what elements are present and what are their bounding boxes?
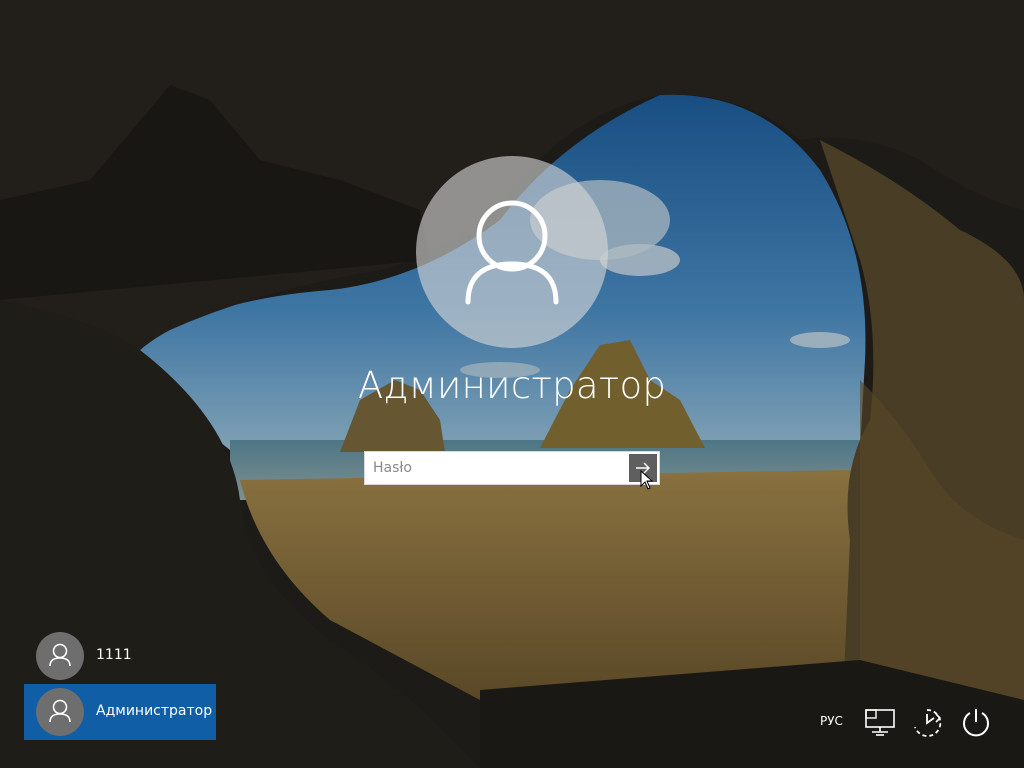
user-icon <box>49 643 71 667</box>
user-tile-label: 1111 <box>96 647 132 663</box>
password-input[interactable] <box>365 452 627 484</box>
user-tile-label: Администратор <box>96 703 213 719</box>
network-icon[interactable] <box>864 708 896 738</box>
lock-screen: Администратор 1111 Администратор РУС <box>0 0 1024 768</box>
user-tile-administrator[interactable]: Администратор <box>24 684 216 740</box>
user-avatar-large <box>416 156 608 348</box>
user-icon <box>49 699 71 723</box>
avatar <box>36 688 84 736</box>
accessibility-icon[interactable] <box>910 706 944 740</box>
power-icon[interactable] <box>960 706 992 738</box>
password-field-container <box>364 451 660 485</box>
avatar <box>36 632 84 680</box>
username-title: Администратор <box>357 364 667 407</box>
user-list: 1111 Администратор <box>24 628 216 740</box>
user-icon <box>465 200 559 305</box>
language-indicator[interactable]: РУС <box>820 714 843 728</box>
mouse-cursor-icon <box>640 470 654 490</box>
user-tile-1111[interactable]: 1111 <box>24 628 216 684</box>
